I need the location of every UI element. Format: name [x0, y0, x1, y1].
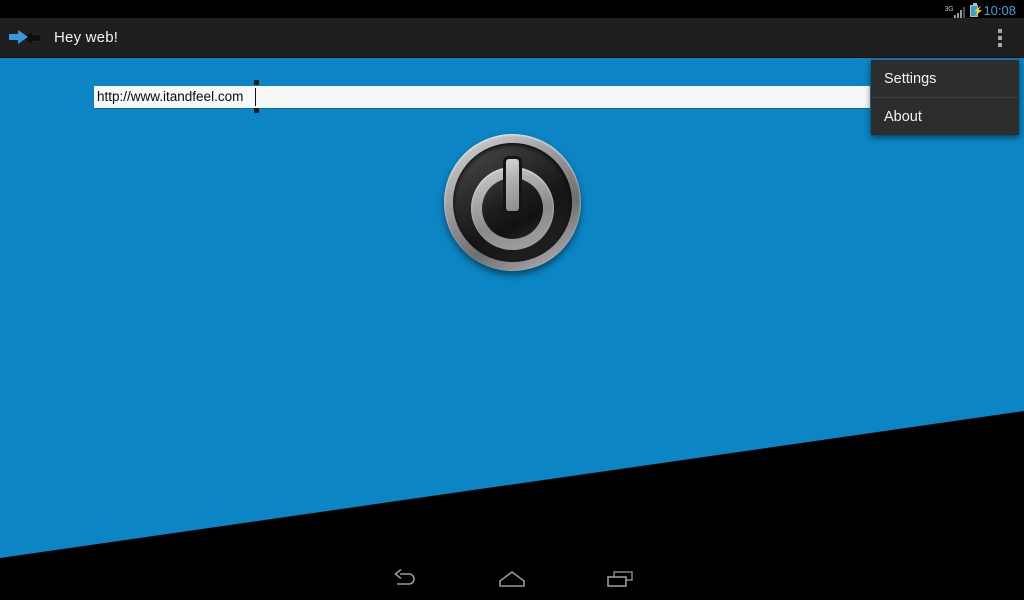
battery-charging-icon: ⚡: [970, 2, 984, 17]
overflow-menu: Settings About: [871, 60, 1019, 135]
network-type-label: 3G: [944, 5, 954, 13]
android-screen: 3G ⚡ 10:08 Hey web! http://www.itandfeel…: [0, 0, 1024, 600]
signal-bars-icon: 3G: [945, 4, 966, 18]
navigation-bar: [0, 558, 1024, 600]
menu-item-about[interactable]: About: [871, 98, 1019, 135]
status-clock: 10:08: [983, 2, 1016, 18]
selection-handle-bottom[interactable]: [254, 108, 259, 113]
status-bar: 3G ⚡ 10:08: [0, 0, 1024, 18]
exchange-arrows-icon[interactable]: [8, 25, 42, 51]
page-title: Hey web!: [54, 29, 119, 46]
overflow-dots-icon[interactable]: [976, 18, 1024, 57]
url-input[interactable]: http://www.itandfeel.com: [94, 80, 870, 113]
power-button-icon[interactable]: [444, 134, 581, 271]
menu-item-settings[interactable]: Settings: [871, 60, 1019, 97]
recents-icon[interactable]: [597, 562, 643, 596]
home-icon[interactable]: [489, 562, 535, 596]
url-input-value: http://www.itandfeel.com: [97, 89, 244, 104]
text-caret: [255, 88, 256, 106]
selection-handle-top[interactable]: [254, 80, 259, 85]
power-symbol-stem: [506, 159, 519, 211]
action-bar: Hey web!: [0, 18, 1024, 58]
back-icon[interactable]: [381, 562, 427, 596]
